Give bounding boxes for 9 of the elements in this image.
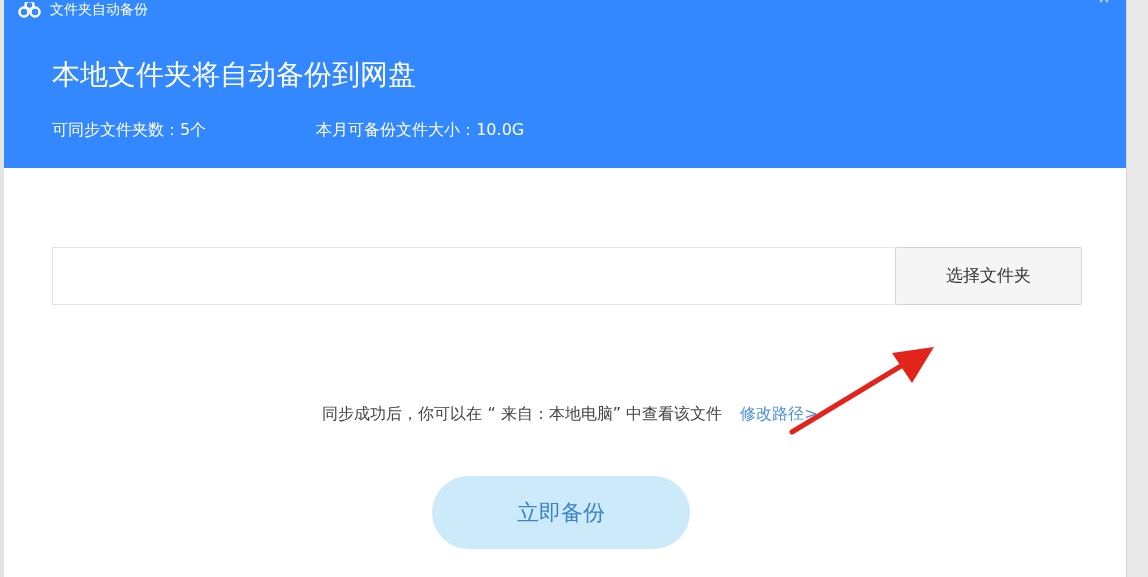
choose-folder-button[interactable]: 选择文件夹: [895, 247, 1082, 305]
stat-text: 可同步文件夹数：5个: [52, 118, 207, 141]
dialog-heading: 本地文件夹将自动备份到网盘: [52, 58, 417, 92]
cloud-logo-icon: [18, 2, 42, 18]
folder-path-field[interactable]: [52, 247, 895, 305]
stat-text: 本月可备份文件大小：10.0G: [316, 118, 525, 141]
window-title: 文件夹自动备份: [50, 2, 148, 18]
hint-text: 同步成功后，你可以在 “ 来自：本地电脑” 中查看该文件: [322, 403, 723, 425]
change-path-link[interactable]: 修改路径>: [740, 402, 818, 426]
